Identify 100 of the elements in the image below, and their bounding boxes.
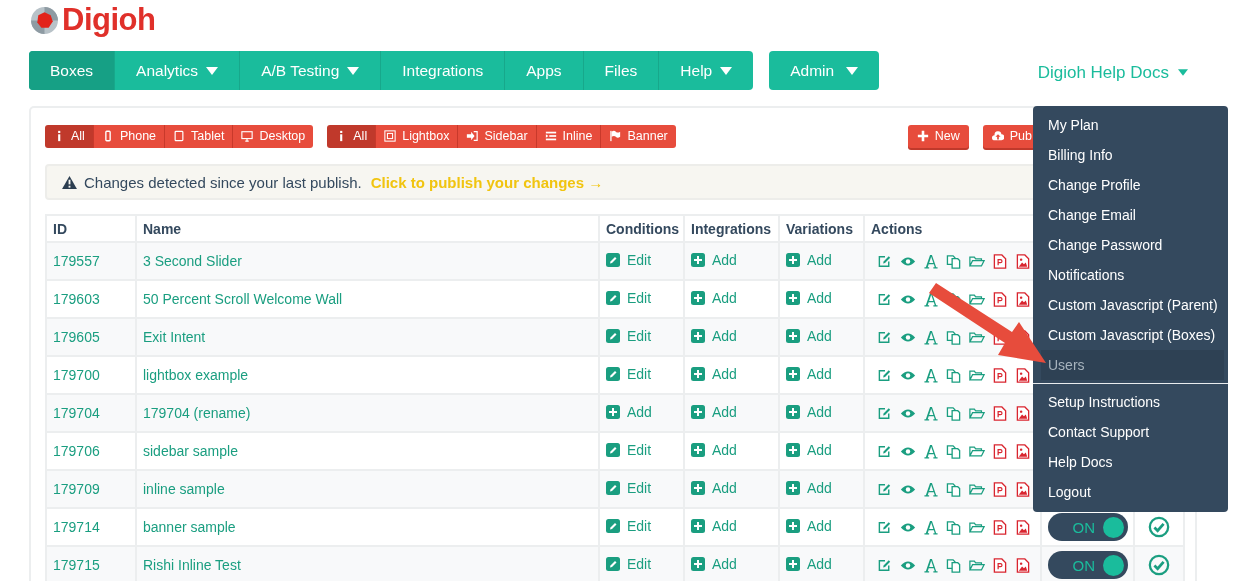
copy-icon[interactable] — [946, 329, 962, 345]
sidebar-icon — [466, 130, 479, 142]
pdf-file-icon[interactable] — [992, 405, 1008, 421]
copy-icon[interactable] — [946, 481, 962, 497]
nav-tab[interactable]: Integrations — [380, 51, 505, 90]
pdf-file-icon[interactable] — [992, 519, 1008, 535]
box-name-link[interactable]: 179704 (rename) — [143, 405, 251, 421]
folder-icon[interactable] — [969, 291, 985, 307]
box-name-link[interactable]: 3 Second Slider — [143, 253, 242, 269]
edit-icon[interactable] — [877, 557, 893, 573]
pdf-file-icon[interactable] — [992, 481, 1008, 497]
image-file-icon[interactable] — [1015, 557, 1031, 573]
menu-item[interactable]: Notifications — [1041, 260, 1224, 290]
filter-button[interactable]: Inline — [535, 124, 601, 148]
edit-icon[interactable] — [877, 443, 893, 459]
font-icon[interactable] — [923, 443, 939, 459]
help-docs-menu-link[interactable]: Digioh Help Docs — [1037, 58, 1188, 83]
pdf-file-icon[interactable] — [992, 291, 1008, 307]
image-file-icon[interactable] — [1015, 481, 1031, 497]
nav-tab[interactable]: Files — [582, 51, 659, 90]
folder-icon[interactable] — [969, 443, 985, 459]
column-header: Conditions — [606, 220, 680, 237]
copy-icon[interactable] — [946, 367, 962, 383]
menu-item[interactable]: Change Email — [1041, 200, 1224, 230]
box-name-link[interactable]: sidebar sample — [143, 443, 238, 459]
admin-menu-button[interactable]: Admin — [769, 51, 880, 90]
folder-icon[interactable] — [969, 367, 985, 383]
folder-icon[interactable] — [969, 557, 985, 573]
menu-item[interactable]: Users — [1041, 350, 1224, 380]
nav-tab[interactable]: Apps — [504, 51, 583, 90]
plus-square-icon — [786, 253, 800, 267]
copy-icon[interactable] — [946, 443, 962, 459]
menu-item[interactable]: Change Profile — [1041, 170, 1224, 200]
filter-button[interactable]: Banner — [600, 124, 676, 148]
copy-icon[interactable] — [946, 253, 962, 269]
filter-button[interactable]: Lightbox — [375, 124, 458, 148]
box-name-link[interactable]: Rishi Inline Test — [143, 557, 241, 573]
filter-button[interactable]: Desktop — [232, 124, 314, 148]
menu-item[interactable]: Setup Instructions — [1041, 387, 1224, 417]
folder-icon[interactable] — [969, 329, 985, 345]
folder-icon[interactable] — [969, 405, 985, 421]
pdf-file-icon[interactable] — [992, 443, 1008, 459]
filter-button[interactable]: Tablet — [164, 124, 233, 148]
copy-icon[interactable] — [946, 519, 962, 535]
image-file-icon[interactable] — [1015, 519, 1031, 535]
nav-tab[interactable]: Help — [658, 51, 754, 90]
menu-item[interactable]: Contact Support — [1041, 417, 1224, 447]
menu-item[interactable]: Custom Javascript (Boxes) — [1041, 320, 1224, 350]
font-icon[interactable] — [923, 253, 939, 269]
nav-tab[interactable]: A/B Testing — [239, 51, 381, 90]
box-name-link[interactable]: 50 Percent Scroll Welcome Wall — [143, 291, 343, 307]
logo-text[interactable]: Digioh — [62, 2, 156, 38]
folder-icon[interactable] — [969, 519, 985, 535]
plus-square-icon — [786, 481, 800, 495]
nav-tab[interactable]: Boxes — [29, 51, 115, 90]
action-button[interactable]: New — [907, 124, 969, 148]
box-name-link[interactable]: banner sample — [143, 519, 236, 535]
font-icon[interactable] — [923, 329, 939, 345]
edit-icon[interactable] — [877, 291, 893, 307]
filter-button[interactable]: All — [45, 124, 93, 148]
pdf-file-icon[interactable] — [992, 367, 1008, 383]
box-name-link[interactable]: Exit Intent — [143, 329, 206, 345]
image-file-icon[interactable] — [1015, 367, 1031, 383]
font-icon[interactable] — [923, 405, 939, 421]
menu-item[interactable]: My Plan — [1041, 110, 1224, 140]
edit-icon[interactable] — [877, 519, 893, 535]
copy-icon[interactable] — [946, 405, 962, 421]
status-toggle[interactable]: ON — [1048, 551, 1128, 579]
copy-icon[interactable] — [946, 557, 962, 573]
filter-button[interactable]: Sidebar — [457, 124, 536, 148]
menu-item[interactable]: Logout — [1041, 477, 1224, 507]
font-icon[interactable] — [923, 291, 939, 307]
menu-item[interactable]: Change Password — [1041, 230, 1224, 260]
image-file-icon[interactable] — [1015, 253, 1031, 269]
edit-icon[interactable] — [877, 367, 893, 383]
image-file-icon[interactable] — [1015, 291, 1031, 307]
nav-tab[interactable]: Analytics — [114, 51, 240, 90]
status-toggle[interactable]: ON — [1048, 513, 1128, 541]
folder-icon[interactable] — [969, 481, 985, 497]
font-icon[interactable] — [923, 557, 939, 573]
font-icon[interactable] — [923, 519, 939, 535]
pdf-file-icon[interactable] — [992, 557, 1008, 573]
pdf-file-icon[interactable] — [992, 253, 1008, 269]
menu-item[interactable]: Billing Info — [1041, 140, 1224, 170]
box-name-link[interactable]: inline sample — [143, 481, 225, 497]
font-icon[interactable] — [923, 367, 939, 383]
folder-icon[interactable] — [969, 253, 985, 269]
edit-icon[interactable] — [877, 481, 893, 497]
image-file-icon[interactable] — [1015, 405, 1031, 421]
plus-square-icon — [691, 481, 705, 495]
font-icon[interactable] — [923, 481, 939, 497]
edit-icon[interactable] — [877, 329, 893, 345]
image-file-icon[interactable] — [1015, 443, 1031, 459]
box-name-link[interactable]: lightbox example — [143, 367, 249, 383]
edit-icon[interactable] — [877, 405, 893, 421]
filter-button[interactable]: Phone — [92, 124, 165, 148]
edit-icon[interactable] — [877, 253, 893, 269]
menu-item[interactable]: Custom Javascript (Parent) — [1041, 290, 1224, 320]
filter-button[interactable]: All — [327, 124, 376, 148]
menu-item[interactable]: Help Docs — [1041, 447, 1224, 477]
